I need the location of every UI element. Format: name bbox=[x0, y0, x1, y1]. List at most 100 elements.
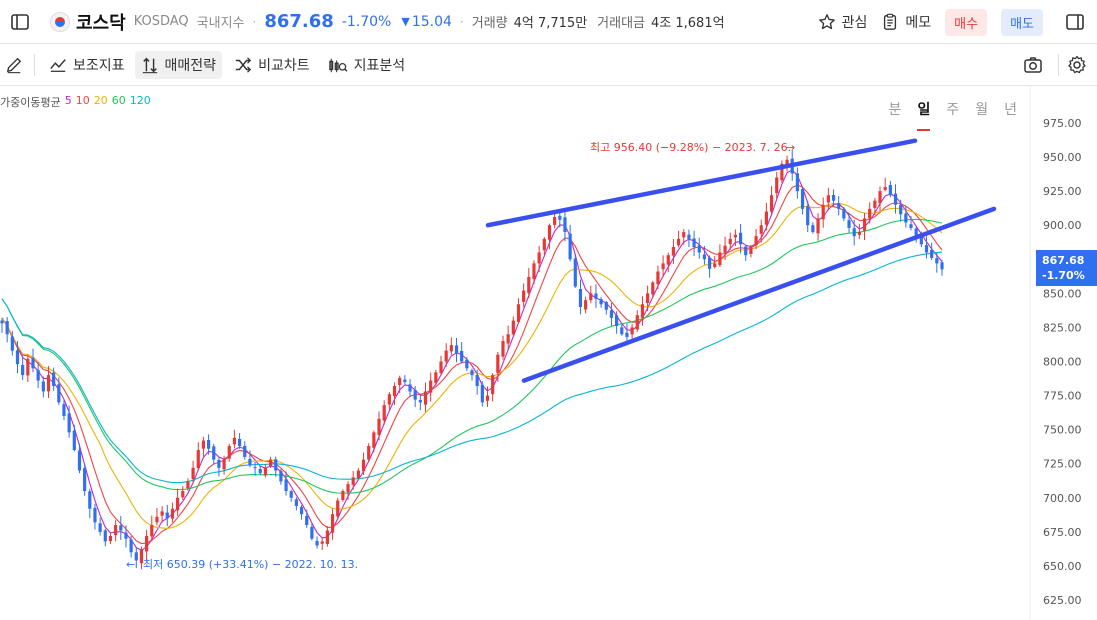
panel-toggle-icon[interactable] bbox=[1063, 10, 1087, 34]
candle-body bbox=[940, 262, 944, 270]
candle-body bbox=[299, 507, 304, 515]
candle-body bbox=[46, 375, 51, 392]
candle-body bbox=[361, 459, 366, 472]
candle-body bbox=[320, 541, 324, 544]
candle-body bbox=[460, 350, 464, 362]
candle-body bbox=[625, 332, 629, 337]
candle-body bbox=[485, 395, 490, 401]
candlestick-chart[interactable]: 975.00950.00925.00900.00875.00850.00825.… bbox=[0, 86, 1097, 620]
candle-body bbox=[723, 245, 727, 253]
candle-body bbox=[284, 479, 288, 491]
toolbar-divider bbox=[1058, 54, 1059, 76]
candle-body bbox=[506, 334, 510, 344]
candle-body bbox=[516, 304, 521, 322]
candle-body bbox=[888, 185, 892, 196]
indicators-button[interactable]: 보조지표 bbox=[43, 51, 131, 79]
candle-body bbox=[392, 386, 397, 397]
candle-body bbox=[578, 289, 583, 307]
candle-body bbox=[821, 204, 825, 220]
candle-body bbox=[568, 233, 572, 260]
candle-body bbox=[713, 263, 717, 268]
candle-body bbox=[537, 252, 541, 264]
candle-body bbox=[924, 245, 929, 253]
candle-body bbox=[367, 445, 371, 460]
candle-body bbox=[522, 290, 526, 302]
candle-body bbox=[558, 215, 562, 220]
camera-icon[interactable] bbox=[1021, 53, 1045, 77]
sidebar-toggle-icon[interactable] bbox=[8, 10, 32, 34]
candle-body bbox=[728, 238, 732, 245]
candle-body bbox=[5, 321, 9, 335]
candle-body bbox=[480, 384, 484, 403]
current-price-tag: 867.68 -1.70% bbox=[1036, 250, 1097, 286]
toolbar-divider bbox=[34, 53, 35, 76]
candle-body bbox=[41, 381, 45, 392]
memo-button[interactable]: 메모 bbox=[881, 12, 931, 32]
candle-body bbox=[754, 236, 758, 246]
candle-body bbox=[857, 232, 861, 235]
candle-body bbox=[620, 327, 624, 335]
candle-body bbox=[62, 404, 66, 417]
candle-body bbox=[635, 315, 639, 330]
candle-body bbox=[831, 194, 836, 201]
y-tick-label: 750.00 bbox=[1043, 424, 1082, 437]
candle-body bbox=[491, 375, 495, 395]
candle-body bbox=[584, 300, 588, 310]
analysis-button[interactable]: 지표분석 bbox=[322, 51, 412, 79]
candle-body bbox=[372, 432, 376, 448]
candle-body bbox=[775, 177, 779, 194]
candle-body bbox=[398, 377, 402, 385]
candle-body bbox=[336, 500, 340, 517]
y-tick-label: 650.00 bbox=[1043, 560, 1082, 573]
candle-body bbox=[176, 497, 180, 511]
candle-body bbox=[93, 507, 97, 523]
volume-value: 4억 7,715만 bbox=[513, 16, 588, 31]
candle-body bbox=[274, 459, 278, 471]
candle-body bbox=[893, 193, 898, 205]
candle-body bbox=[129, 539, 133, 553]
y-tick-label: 925.00 bbox=[1043, 185, 1082, 198]
candle-body bbox=[160, 511, 164, 516]
candle-body bbox=[454, 345, 459, 354]
candle-body bbox=[676, 238, 681, 246]
candle-body bbox=[930, 249, 934, 258]
candle-body bbox=[170, 508, 175, 519]
buy-sell-arrows-icon bbox=[142, 57, 157, 73]
candle-body bbox=[553, 217, 557, 225]
candle-body bbox=[501, 341, 505, 357]
candle-body bbox=[707, 257, 712, 269]
high-annotation-label: 최고 956.40 (−9.28%) − 2023. 7. 26. bbox=[590, 141, 791, 154]
candle-body bbox=[212, 446, 216, 460]
sell-button[interactable]: 매도 bbox=[1001, 8, 1043, 36]
price-tag-change: -1.70% bbox=[1042, 269, 1085, 282]
candle-body bbox=[687, 234, 691, 239]
y-tick-label: 700.00 bbox=[1043, 492, 1082, 505]
candle-body bbox=[873, 200, 877, 208]
candle-body bbox=[666, 255, 670, 265]
candle-body bbox=[702, 254, 707, 260]
candle-body bbox=[248, 458, 252, 466]
buy-button[interactable]: 매수 bbox=[945, 8, 988, 36]
compare-button[interactable]: 비교차트 bbox=[228, 51, 316, 79]
watch-button[interactable]: 관심 bbox=[818, 12, 867, 32]
candle-body bbox=[656, 271, 660, 285]
candle-body bbox=[88, 491, 92, 509]
candle-body bbox=[150, 525, 154, 537]
candle-body bbox=[547, 225, 552, 240]
candle-body bbox=[72, 430, 76, 451]
candle-body bbox=[640, 304, 645, 318]
y-tick-label: 900.00 bbox=[1043, 219, 1082, 232]
strategy-button[interactable]: 매매전략 bbox=[134, 50, 223, 79]
candle-body bbox=[615, 315, 619, 327]
header-bar: 코스닥 KOSDAQ 국내지수 · 867.68 -1.70% ▼ 15.04 … bbox=[0, 0, 1097, 44]
candle-body bbox=[744, 246, 748, 256]
candle-body bbox=[816, 218, 820, 234]
candle-body bbox=[382, 405, 386, 421]
amount-value: 4조 1,681억 bbox=[651, 16, 725, 31]
candle-body bbox=[862, 218, 867, 231]
candle-body bbox=[351, 477, 355, 485]
pen-icon[interactable] bbox=[2, 53, 26, 77]
gear-icon[interactable] bbox=[1065, 53, 1089, 77]
candle-body bbox=[145, 535, 149, 552]
candle-body bbox=[682, 232, 686, 238]
